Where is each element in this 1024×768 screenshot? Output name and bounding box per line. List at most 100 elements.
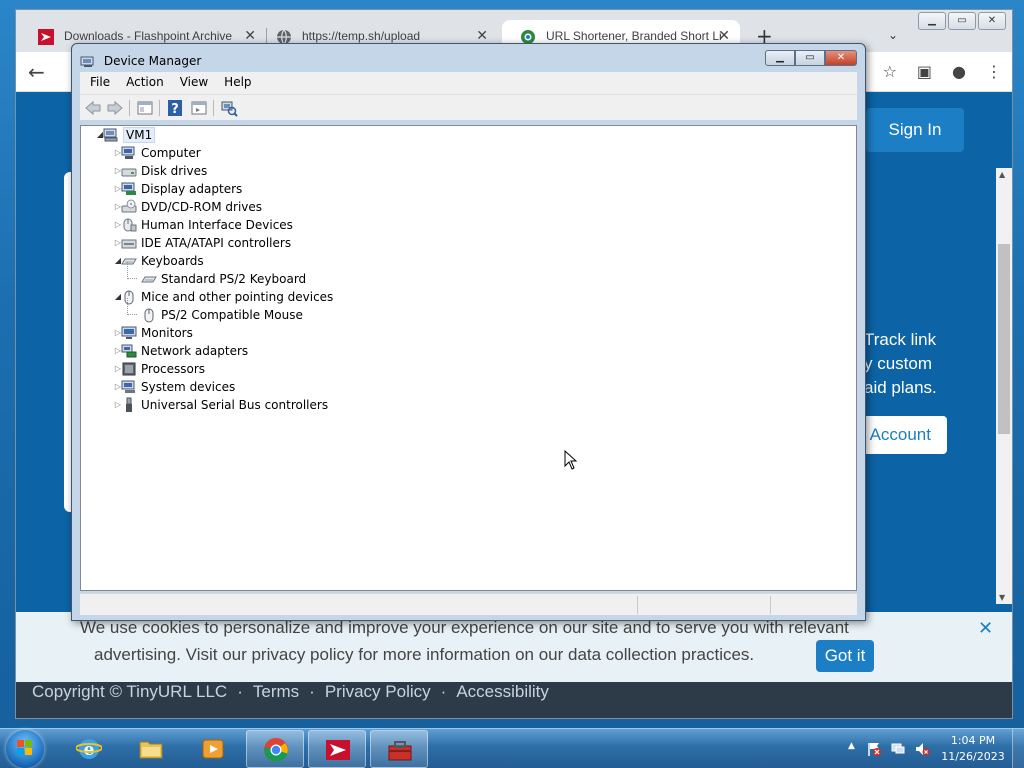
menu-action[interactable]: Action xyxy=(118,72,172,94)
show-desktop-button[interactable] xyxy=(1012,729,1024,768)
windows-logo-icon xyxy=(17,740,32,755)
tree-node-label: Monitors xyxy=(141,326,193,340)
menu-help[interactable]: Help xyxy=(216,72,259,94)
create-account-button[interactable]: Account xyxy=(862,416,947,454)
tab-close-icon[interactable]: ✕ xyxy=(244,27,256,44)
browser-close-button[interactable]: ✕ xyxy=(978,12,1006,30)
taskbar-file-explorer[interactable] xyxy=(122,730,180,768)
dvd-drive-icon xyxy=(121,199,137,213)
flashpoint-favicon-icon xyxy=(38,29,54,45)
system-devices-icon xyxy=(121,380,135,393)
status-divider xyxy=(637,596,638,614)
footer-links: Copyright © TinyURL LLC · Terms · Privac… xyxy=(32,682,549,702)
browser-menu-icon[interactable]: ⋮ xyxy=(986,62,1002,81)
tab-close-icon[interactable]: ✕ xyxy=(718,27,730,44)
menu-view[interactable]: View xyxy=(172,72,216,94)
volume-muted-icon[interactable] xyxy=(914,741,930,757)
tab-search-dropdown-icon[interactable]: ⌄ xyxy=(888,28,898,42)
scroll-up-arrow-icon[interactable]: ▲ xyxy=(999,170,1005,179)
display-adapter-icon xyxy=(121,182,136,195)
scan-hardware-changes-icon[interactable] xyxy=(220,99,238,117)
mouse-cursor-icon xyxy=(564,450,578,470)
computer-icon xyxy=(121,146,135,159)
media-player-icon xyxy=(202,739,224,759)
clock-time: 1:04 PM xyxy=(950,734,996,747)
profile-icon[interactable]: ● xyxy=(952,62,966,81)
computer-icon xyxy=(103,128,118,142)
tree-node-label: Human Interface Devices xyxy=(141,218,293,232)
toolbar-right: ☆ ▣ ● ⋮ xyxy=(883,62,1002,81)
device-manager-app-icon xyxy=(80,56,94,67)
taskbar-internet-explorer[interactable]: e xyxy=(60,730,118,768)
footer-privacy-link[interactable]: Privacy Policy xyxy=(325,682,431,702)
internet-explorer-icon: e xyxy=(76,739,102,760)
help-icon[interactable]: ? xyxy=(166,99,184,117)
tree-node-label: Standard PS/2 Keyboard xyxy=(161,272,307,286)
chrome-icon xyxy=(264,738,288,762)
toolbar-separator xyxy=(159,100,160,116)
back-button[interactable]: ← xyxy=(28,60,45,84)
tab-close-icon[interactable]: ✕ xyxy=(476,27,488,44)
footer-separator: · xyxy=(440,682,447,701)
keyboard-icon xyxy=(141,276,157,283)
footer-separator: · xyxy=(237,682,243,701)
toolbar-separator xyxy=(213,100,214,116)
taskbar: e ▲ 1:04 PM 11/26/2023 xyxy=(0,728,1024,768)
scroll-down-arrow-icon[interactable]: ▼ xyxy=(999,593,1005,602)
tab-title: URL Shortener, Branded Short Li xyxy=(546,29,722,43)
side-panel-icon[interactable]: ▣ xyxy=(917,62,932,81)
footer-terms-link[interactable]: Terms xyxy=(253,682,299,702)
taskbar-media-player[interactable] xyxy=(184,730,242,768)
page-scrollbar[interactable]: ▲ ▼ xyxy=(996,168,1012,604)
menu-file[interactable]: File xyxy=(82,72,118,94)
flashpoint-icon xyxy=(326,740,350,760)
taskbar-chrome[interactable] xyxy=(246,730,304,768)
back-arrow-icon[interactable] xyxy=(84,99,102,117)
device-tree[interactable]: ◢ VM1 ▷ Computer ▷ Disk drives ▷ Display adap… xyxy=(80,125,857,591)
close-button[interactable]: ✕ xyxy=(825,50,857,66)
minimize-button[interactable]: ▁ xyxy=(765,50,795,66)
taskbar-device-manager[interactable] xyxy=(370,730,428,768)
show-hidden-icons-arrow-icon[interactable]: ▲ xyxy=(848,741,855,751)
tree-node-label: DVD/CD-ROM drives xyxy=(141,200,263,214)
svg-text:e: e xyxy=(84,740,95,760)
scrollbar-thumb[interactable] xyxy=(998,244,1010,434)
tree-connector xyxy=(127,262,137,279)
tree-node-label: Disk drives xyxy=(141,164,208,178)
forward-arrow-icon[interactable] xyxy=(106,99,124,117)
bookmark-star-icon[interactable]: ☆ xyxy=(883,62,897,81)
sign-in-button[interactable]: Sign In xyxy=(866,108,964,152)
taskbar-flashpoint[interactable] xyxy=(308,730,366,768)
cookie-text-line1: We use cookies to personalize and improv… xyxy=(80,618,849,637)
action-center-flag-icon[interactable] xyxy=(866,741,882,757)
start-button[interactable] xyxy=(6,730,44,768)
window-title: Device Manager xyxy=(103,54,202,68)
tree-node-label: Keyboards xyxy=(141,254,204,268)
show-hide-console-tree-icon[interactable] xyxy=(136,99,154,117)
tab-title: Downloads - Flashpoint Archive xyxy=(64,29,233,43)
footer-accessibility-link[interactable]: Accessibility xyxy=(456,682,549,702)
mouse-icon xyxy=(144,308,154,323)
tree-node-label: System devices xyxy=(141,380,236,394)
browser-maximize-button[interactable]: ▭ xyxy=(948,12,976,30)
cookie-text-line2: advertising. Visit our privacy policy fo… xyxy=(94,645,755,664)
browser-window-controls: ▁ ▭ ✕ xyxy=(918,12,1006,30)
status-divider xyxy=(770,596,771,614)
clock[interactable]: 1:04 PM 11/26/2023 xyxy=(940,733,1006,765)
toolbar: ? xyxy=(80,94,857,120)
browser-minimize-button[interactable]: ▁ xyxy=(918,12,946,30)
network-adapter-icon xyxy=(121,344,137,358)
properties-icon[interactable] xyxy=(190,99,208,117)
menu-bar: File Action View Help xyxy=(80,72,857,94)
hid-icon xyxy=(123,218,137,232)
maximize-button[interactable]: ▭ xyxy=(795,50,825,66)
status-bar xyxy=(80,593,857,615)
svg-text:?: ? xyxy=(171,102,179,117)
footer-separator: · xyxy=(309,682,315,701)
cookie-accept-button[interactable]: Got it xyxy=(816,640,874,672)
tree-node-label: Mice and other pointing devices xyxy=(141,290,334,304)
cookie-close-icon[interactable]: ✕ xyxy=(978,618,993,639)
network-icon[interactable] xyxy=(890,741,906,757)
root-label: VM1 xyxy=(123,127,156,143)
device-manager-window: Device Manager ▁ ▭ ✕ File Action View He… xyxy=(71,43,866,621)
